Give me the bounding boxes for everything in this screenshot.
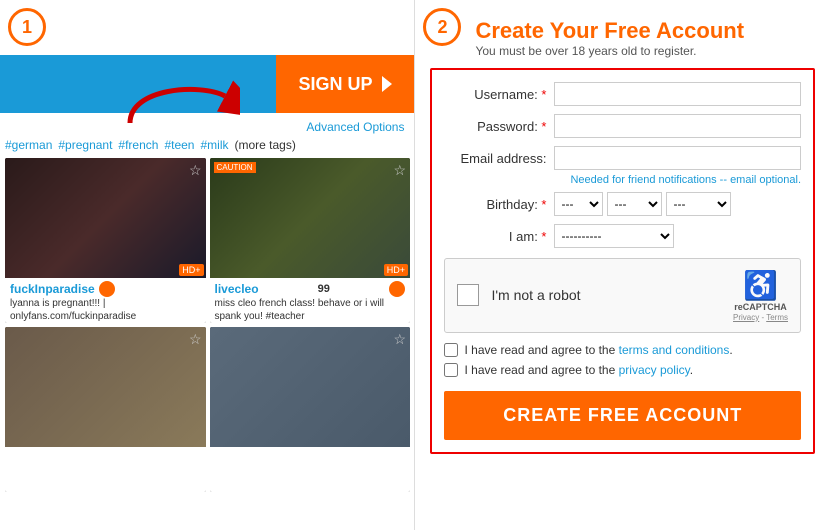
tag-teen[interactable]: #teen [164,138,194,152]
tag-german[interactable]: #german [5,138,52,152]
more-tags-link[interactable]: (more tags) [235,138,296,152]
caution-label-2: CAUTION [214,162,256,173]
birthday-label: Birthday: * [444,197,554,212]
arrow-right-icon [382,76,392,92]
right-panel: 2 Create Your Free Account You must be o… [415,0,830,530]
email-note: Needed for friend notifications -- email… [444,174,801,186]
recaptcha-privacy-link[interactable]: Privacy [733,313,759,322]
star-icon-2[interactable]: ☆ [393,162,406,179]
video-name-1: fuckInparadise [10,281,201,297]
tags-bar: #german #pregnant #french #teen #milk (m… [5,138,296,152]
recaptcha-logo-icon: ♿ [743,269,778,302]
tag-milk[interactable]: #milk [200,138,228,152]
recaptcha-text: I'm not a robot [491,287,580,303]
red-arrow-icon [120,68,240,128]
left-panel: 1 SIGN UP Advanced Options #german #preg… [0,0,414,530]
form-subtitle: You must be over 18 years old to registe… [475,44,815,58]
terms-checkbox-row: I have read and agree to the terms and c… [444,343,801,357]
avatar-icon-1 [99,281,115,297]
star-icon-1[interactable]: ☆ [189,162,202,179]
hd-badge-2: HD+ [384,264,408,276]
recaptcha-box: I'm not a robot ♿ reCAPTCHA Privacy - Te… [444,258,801,333]
privacy-label: I have read and agree to the privacy pol… [464,363,693,377]
recaptcha-left: I'm not a robot [457,284,580,306]
step-1-circle: 1 [8,8,46,46]
step-2-circle: 2 [423,8,461,46]
recaptcha-terms-link[interactable]: Terms [766,313,788,322]
video-info-2: livecleo 99 miss cleo french class! beha… [210,278,411,323]
username-row: Username: * [444,82,801,106]
video-card-4[interactable]: ☆ [210,327,411,492]
birthday-month-select[interactable]: --- JanFebMar AprMayJun JulAugSep OctNov… [554,192,603,216]
recaptcha-links: Privacy - Terms [733,313,788,322]
terms-link[interactable]: terms and conditions [619,343,730,357]
iam-row: I am: * ---------- Male Female Couple Tr… [444,224,801,248]
privacy-link[interactable]: privacy policy [619,363,690,377]
video-info-1: fuckInparadise lyanna is pregnant!!! | o… [5,278,206,323]
email-row: Email address: [444,146,801,170]
password-label: Password: * [444,119,554,134]
terms-checkbox[interactable] [444,343,458,357]
video-name-2: livecleo 99 [215,281,406,297]
advanced-options-link[interactable]: Advanced Options [306,120,404,134]
tag-pregnant[interactable]: #pregnant [58,138,112,152]
video-info-4 [210,447,411,492]
email-input[interactable] [554,146,801,170]
video-desc-1: lyanna is pregnant!!! | onlyfans.com/fuc… [10,297,201,323]
privacy-checkbox-row: I have read and agree to the privacy pol… [444,363,801,377]
recaptcha-label: reCAPTCHA [734,302,787,313]
video-info-3 [5,447,206,492]
terms-label: I have read and agree to the terms and c… [464,343,732,357]
video-thumbnail-4: ☆ [210,327,411,447]
birthday-selects: --- JanFebMar AprMayJun JulAugSep OctNov… [554,192,731,216]
password-row: Password: * [444,114,801,138]
video-card-2[interactable]: HD+ ☆ CAUTION livecleo 99 miss cleo fren… [210,158,411,323]
birthday-row: Birthday: * --- JanFebMar AprMayJun JulA… [444,192,801,216]
signup-button[interactable]: SIGN UP [276,55,414,113]
avatar-icon-2 [389,281,405,297]
hd-badge-1: HD+ [179,264,203,276]
privacy-checkbox[interactable] [444,363,458,377]
star-icon-3[interactable]: ☆ [189,331,202,348]
video-card-3[interactable]: ☆ [5,327,206,492]
video-desc-2: miss cleo french class! behave or i will… [215,297,406,323]
registration-form: Username: * Password: * Email address: N… [430,68,815,454]
star-icon-4[interactable]: ☆ [393,331,406,348]
create-account-button[interactable]: CREATE FREE ACCOUNT [444,391,801,440]
username-label: Username: * [444,87,554,102]
video-card-1[interactable]: HD+ ☆ fuckInparadise lyanna is pregnant!… [5,158,206,323]
email-label: Email address: [444,151,554,166]
form-title: Create Your Free Account [475,18,815,44]
video-thumbnail-2: HD+ ☆ CAUTION [210,158,411,278]
password-input[interactable] [554,114,801,138]
tag-french[interactable]: #french [118,138,158,152]
recaptcha-checkbox[interactable] [457,284,479,306]
recaptcha-right: ♿ reCAPTCHA Privacy - Terms [733,269,788,322]
birthday-year-select[interactable]: --- [666,192,731,216]
iam-select[interactable]: ---------- Male Female Couple Trans [554,224,674,248]
video-thumbnail-3: ☆ [5,327,206,447]
video-grid: HD+ ☆ fuckInparadise lyanna is pregnant!… [5,158,410,492]
video-thumbnail-1: HD+ ☆ [5,158,206,278]
birthday-day-select[interactable]: --- [607,192,662,216]
username-input[interactable] [554,82,801,106]
iam-label: I am: * [444,229,554,244]
